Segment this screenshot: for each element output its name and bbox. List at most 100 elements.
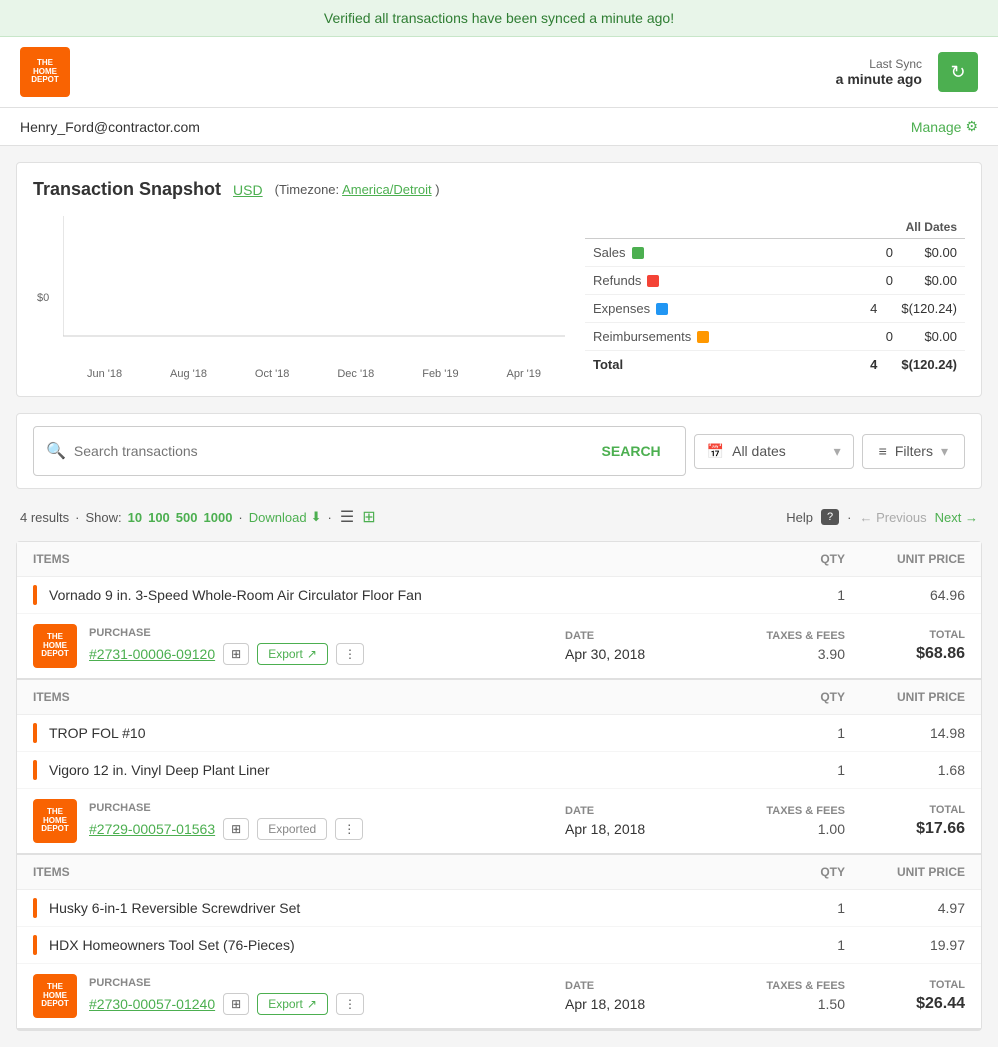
- manage-link[interactable]: Manage ⚙: [911, 118, 978, 135]
- tx-purchase-row-1: THEHOMEDEPOT PURCHASE #2729-00057-01563 …: [17, 789, 981, 853]
- tx-purchase-id-0[interactable]: #2731-00006-09120: [89, 646, 215, 662]
- tx-purchase-id-row-0: #2731-00006-09120 ⊞ Export ↗ ⋮: [89, 643, 545, 665]
- chart-container: $0 Jun '18 Aug '18 Oct '18 Dec '18 Feb '…: [33, 216, 565, 380]
- stats-reimbursements-count: 0: [853, 329, 893, 344]
- chart-x-5: Apr '19: [507, 368, 542, 380]
- col-unit-price-1: UNIT PRICE: [845, 690, 965, 704]
- snapshot-body: $0 Jun '18 Aug '18 Oct '18 Dec '18 Feb '…: [33, 216, 965, 380]
- list-view-icon[interactable]: ☰: [338, 505, 356, 529]
- tx-taxes-label-2: TAXES & FEES: [705, 980, 845, 992]
- show-500[interactable]: 500: [176, 510, 198, 525]
- tx-purchase-info-2: PURCHASE #2730-00057-01240 ⊞ Export ↗ ⋮: [89, 977, 545, 1015]
- date-filter[interactable]: 📅 All dates ▾: [694, 434, 854, 469]
- tx-date-1: DATE Apr 18, 2018: [545, 805, 705, 837]
- main-content: Transaction Snapshot USD (Timezone: Amer…: [0, 146, 998, 1047]
- tx-taxes-val-1: 1.00: [705, 821, 845, 837]
- stats-table: All Dates Sales 0 $0.00 Refunds: [585, 216, 965, 380]
- grid-view-icon[interactable]: ⊞: [360, 505, 377, 529]
- col-unit-price: UNIT PRICE: [845, 552, 965, 566]
- tx-taxes-label-1: TAXES & FEES: [705, 805, 845, 817]
- results-count: 4 results: [20, 510, 69, 525]
- tx-taxes-1: TAXES & FEES 1.00: [705, 805, 845, 837]
- list-item: Vigoro 12 in. Vinyl Deep Plant Liner 1 1…: [17, 752, 981, 789]
- item-name: HDX Homeowners Tool Set (76-Pieces): [49, 937, 765, 953]
- results-right: Help ? · ← Previous Next →: [786, 509, 978, 525]
- stats-expenses-amount: $(120.24): [901, 301, 957, 316]
- show-label: Show:: [85, 510, 121, 525]
- item-accent: [33, 585, 37, 605]
- more-icon-2: ⋮: [344, 997, 356, 1011]
- filters-button[interactable]: ≡ Filters ▾: [862, 434, 965, 469]
- currency-link[interactable]: USD: [233, 182, 263, 198]
- col-items-2: ITEMS: [33, 865, 765, 879]
- tx-export-btn-2[interactable]: Export ↗: [257, 993, 328, 1015]
- search-input[interactable]: [74, 443, 582, 459]
- tx-purchase-id-1[interactable]: #2729-00057-01563: [89, 821, 215, 837]
- tx-export-btn-0[interactable]: Export ↗: [257, 643, 328, 665]
- spreadsheet-icon-2: ⊞: [231, 997, 241, 1011]
- results-bar: 4 results · Show: 10 100 500 1000 · Down…: [16, 497, 982, 537]
- show-10[interactable]: 10: [128, 510, 142, 525]
- tx-spreadsheet-btn-0[interactable]: ⊞: [223, 643, 249, 665]
- next-button[interactable]: Next →: [935, 510, 978, 525]
- tx-spreadsheet-btn-2[interactable]: ⊞: [223, 993, 249, 1015]
- item-name: TROP FOL #10: [49, 725, 765, 741]
- item-unit-price: 4.97: [845, 900, 965, 916]
- timezone-link[interactable]: America/Detroit: [342, 182, 432, 197]
- stats-expenses-values: 4 $(120.24): [837, 301, 957, 316]
- stats-total-row: Total 4 $(120.24): [585, 351, 965, 378]
- tx-more-btn-1[interactable]: ⋮: [335, 818, 363, 840]
- stats-sales-values: 0 $0.00: [853, 245, 957, 260]
- sync-button[interactable]: ↻: [938, 52, 978, 92]
- stats-label-refunds: Refunds: [593, 273, 659, 288]
- search-button[interactable]: SEARCH: [590, 435, 673, 467]
- tx-purchase-id-2[interactable]: #2730-00057-01240: [89, 996, 215, 1012]
- tx-logo-2: THEHOMEDEPOT: [33, 974, 77, 1018]
- stats-total-values: 4 $(120.24): [870, 357, 957, 372]
- stats-reimbursements-amount: $0.00: [917, 329, 957, 344]
- tx-export-label-0: Export: [268, 647, 303, 661]
- show-1000[interactable]: 1000: [204, 510, 233, 525]
- tx-more-btn-2[interactable]: ⋮: [336, 993, 364, 1015]
- tx-spreadsheet-btn-1[interactable]: ⊞: [223, 818, 249, 840]
- item-accent: [33, 898, 37, 918]
- tx-purchase-info-1: PURCHASE #2729-00057-01563 ⊞ Exported ⋮: [89, 802, 545, 840]
- expenses-dot: [656, 303, 668, 315]
- item-unit-price: 14.98: [845, 725, 965, 741]
- chart-x-3: Dec '18: [337, 368, 374, 380]
- app-logo: THEHOMEDEPOT: [20, 47, 70, 97]
- help-badge[interactable]: ?: [821, 509, 839, 525]
- download-link[interactable]: Download ⬇: [249, 509, 322, 525]
- calendar-icon: 📅: [707, 443, 724, 460]
- user-bar: Henry_Ford@contractor.com Manage ⚙: [0, 108, 998, 146]
- stats-refunds-amount: $0.00: [917, 273, 957, 288]
- col-qty-2: QTY: [765, 865, 845, 879]
- tx-purchase-row-0: THEHOMEDEPOT PURCHASE #2731-00006-09120 …: [17, 614, 981, 678]
- item-qty: 1: [765, 762, 845, 778]
- tx-more-btn-0[interactable]: ⋮: [336, 643, 364, 665]
- stats-expenses-count: 4: [837, 301, 877, 316]
- tx-purchase-label-1: PURCHASE: [89, 802, 545, 814]
- show-100[interactable]: 100: [148, 510, 170, 525]
- sync-icon: ↻: [950, 62, 965, 83]
- stats-sales-count: 0: [853, 245, 893, 260]
- stats-sales-amount: $0.00: [917, 245, 957, 260]
- stats-label-sales: Sales: [593, 245, 644, 260]
- filters-chevron-icon: ▾: [941, 443, 948, 460]
- tx-export-icon-2: ↗: [307, 997, 317, 1011]
- stats-header-all-dates: All Dates: [906, 220, 957, 234]
- col-qty: QTY: [765, 552, 845, 566]
- chart-svg: [63, 216, 565, 366]
- chart-x-2: Oct '18: [255, 368, 290, 380]
- stats-label-refunds-text: Refunds: [593, 273, 641, 288]
- stats-total-count: 4: [870, 357, 877, 372]
- tx-total-label-2: TOTAL: [845, 979, 965, 991]
- stats-row-reimbursements: Reimbursements 0 $0.00: [585, 323, 965, 351]
- spreadsheet-icon-1: ⊞: [231, 822, 241, 836]
- manage-label: Manage: [911, 119, 962, 135]
- prev-button[interactable]: ← Previous: [859, 510, 926, 525]
- top-banner: Verified all transactions have been sync…: [0, 0, 998, 37]
- tx-taxes-0: TAXES & FEES 3.90: [705, 630, 845, 662]
- tx-total-val-1: $17.66: [845, 820, 965, 838]
- chart-y-label: $0: [37, 292, 49, 304]
